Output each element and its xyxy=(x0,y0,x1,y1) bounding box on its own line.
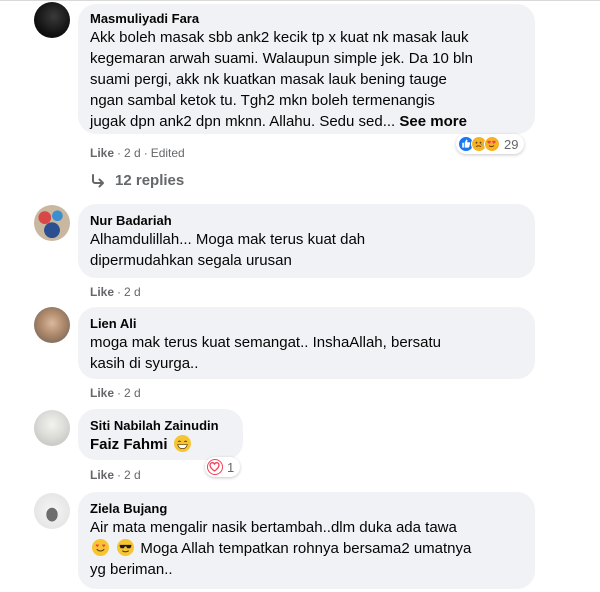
comment-text: Faiz Fahmi xyxy=(90,434,231,455)
comment-meta: Like · 2 d xyxy=(90,284,141,300)
avatar[interactable] xyxy=(34,2,70,38)
comment-time[interactable]: 2 d xyxy=(124,386,141,400)
comment-bubble: Siti Nabilah Zainudin Faiz Fahmi xyxy=(78,409,243,460)
reaction-count: 1 xyxy=(227,459,235,475)
comment-meta: Like · 2 d · Edited xyxy=(90,145,185,161)
grin-emoji-icon xyxy=(173,435,191,452)
comment-bubble: Ziela Bujang Air mata mengalir nasik ber… xyxy=(78,492,535,589)
like-button[interactable]: Like xyxy=(90,146,114,160)
love-reaction-icon xyxy=(207,459,223,475)
avatar[interactable] xyxy=(34,410,70,446)
comment-author[interactable]: Siti Nabilah Zainudin xyxy=(90,417,231,434)
like-button[interactable]: Like xyxy=(90,285,114,299)
reaction-count: 29 xyxy=(504,136,519,152)
separator: · xyxy=(117,146,122,160)
comment-author[interactable]: Masmuliyadi Fara xyxy=(90,10,523,27)
avatar[interactable] xyxy=(34,205,70,241)
comment-bubble: Nur Badariah Alhamdulillah... Moga mak t… xyxy=(78,204,535,278)
heart-eyes-emoji-icon xyxy=(92,539,109,556)
like-button[interactable]: Like xyxy=(90,386,114,400)
comment-line: Moga Allah tempatkan rohnya bersama2 uma… xyxy=(140,540,472,557)
top-border xyxy=(0,0,600,1)
reaction-summary[interactable]: 29 xyxy=(456,134,525,154)
comment-text: Alhamdulillah... Moga mak terus kuat dah… xyxy=(90,231,366,269)
separator: · xyxy=(143,146,148,160)
comment-meta: Like · 2 d xyxy=(90,385,141,401)
love-reaction-icon xyxy=(484,136,500,152)
comment-meta: Like · 2 d xyxy=(90,467,141,483)
reply-arrow-icon xyxy=(92,173,104,187)
comment-text: Akk boleh masak sbb ank2 kecik tp x kuat… xyxy=(90,27,523,132)
comment-time[interactable]: 2 d xyxy=(124,146,141,160)
mention-link[interactable]: Faiz Fahmi xyxy=(90,436,168,453)
comment-author[interactable]: Ziela Bujang xyxy=(90,500,523,517)
avatar[interactable] xyxy=(34,307,70,343)
reaction-summary[interactable]: 1 xyxy=(205,457,241,477)
comment-time[interactable]: 2 d xyxy=(124,468,141,482)
replies-label: 12 replies xyxy=(115,172,185,189)
separator: · xyxy=(117,468,122,482)
separator: · xyxy=(117,285,122,299)
comment-bubble: Masmuliyadi Fara Akk boleh masak sbb ank… xyxy=(78,4,535,134)
comment-line: Air mata mengalir nasik bertambah..dlm d… xyxy=(90,519,457,536)
comment-author[interactable]: Nur Badariah xyxy=(90,212,523,229)
comment-bubble: Lien Ali moga mak terus kuat semangat.. … xyxy=(78,307,535,379)
comment-author[interactable]: Lien Ali xyxy=(90,315,523,332)
comment-time[interactable]: 2 d xyxy=(124,285,141,299)
edited-label: Edited xyxy=(150,146,185,160)
comment-text: moga mak terus kuat semangat.. InshaAlla… xyxy=(90,334,442,372)
separator: · xyxy=(117,386,122,400)
view-replies-button[interactable]: 12 replies xyxy=(90,172,184,189)
comment-text: Air mata mengalir nasik bertambah..dlm d… xyxy=(90,517,523,580)
sunglasses-emoji-icon xyxy=(117,539,135,556)
comment-line: yg beriman.. xyxy=(90,561,173,578)
see-more-link[interactable]: See more xyxy=(399,113,467,130)
like-button[interactable]: Like xyxy=(90,468,114,482)
avatar[interactable] xyxy=(34,493,70,529)
